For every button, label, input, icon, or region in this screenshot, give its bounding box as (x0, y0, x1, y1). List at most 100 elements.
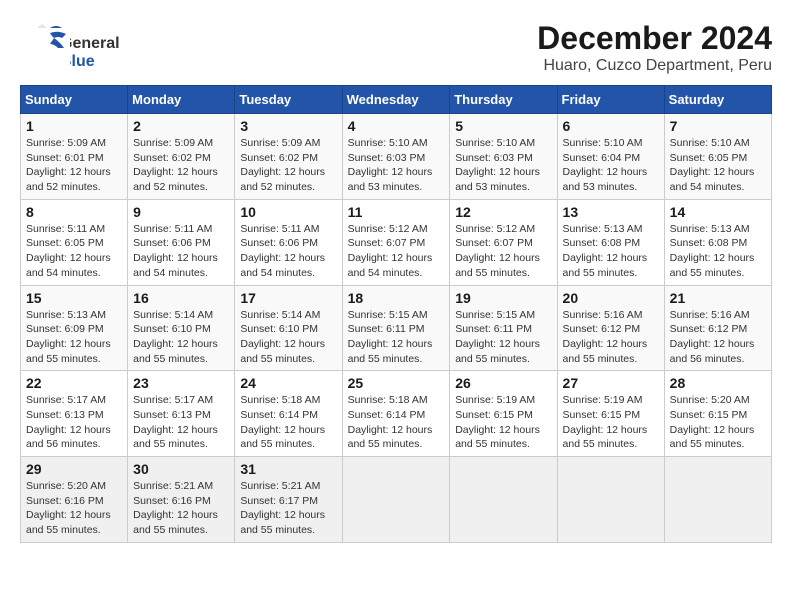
page-subtitle: Huaro, Cuzco Department, Peru (537, 57, 772, 75)
day-info: Sunrise: 5:18 AM Sunset: 6:14 PM Dayligh… (240, 393, 336, 452)
day-info: Sunrise: 5:15 AM Sunset: 6:11 PM Dayligh… (348, 308, 445, 367)
day-info: Sunrise: 5:16 AM Sunset: 6:12 PM Dayligh… (563, 308, 659, 367)
day-number: 20 (563, 290, 659, 306)
weekday-header-row: Sunday Monday Tuesday Wednesday Thursday… (21, 86, 772, 114)
day-info: Sunrise: 5:10 AM Sunset: 6:03 PM Dayligh… (455, 136, 551, 195)
calendar-day-cell: 24 Sunrise: 5:18 AM Sunset: 6:14 PM Dayli… (235, 371, 342, 457)
header-monday: Monday (128, 86, 235, 114)
calendar-day-cell: 28Sunrise: 5:20 AM Sunset: 6:15 PM Dayli… (664, 371, 771, 457)
header-thursday: Thursday (450, 86, 557, 114)
calendar-day-cell: 11 Sunrise: 5:12 AM Sunset: 6:07 PM Dayli… (342, 199, 450, 285)
header-saturday: Saturday (664, 86, 771, 114)
calendar-day-cell: 18 Sunrise: 5:15 AM Sunset: 6:11 PM Dayli… (342, 285, 450, 371)
calendar-day-cell: 23 Sunrise: 5:17 AM Sunset: 6:13 PM Dayli… (128, 371, 235, 457)
calendar-day-cell: 5 Sunrise: 5:10 AM Sunset: 6:03 PM Daylig… (450, 114, 557, 200)
day-number: 28 (670, 375, 766, 391)
day-info: Sunrise: 5:19 AM Sunset: 6:15 PM Dayligh… (563, 393, 659, 452)
calendar-day-cell: 17 Sunrise: 5:14 AM Sunset: 6:10 PM Dayli… (235, 285, 342, 371)
day-info: Sunrise: 5:21 AM Sunset: 6:17 PM Dayligh… (240, 479, 336, 538)
page-header: General Blue December 2024 Huaro, Cuzco … (20, 20, 772, 75)
day-number: 1 (26, 118, 122, 134)
logo-display: General Blue (20, 28, 120, 78)
calendar-day-cell: 25 Sunrise: 5:18 AM Sunset: 6:14 PM Dayli… (342, 371, 450, 457)
day-info: Sunrise: 5:09 AM Sunset: 6:01 PM Dayligh… (26, 136, 122, 195)
calendar-day-cell: 15 Sunrise: 5:13 AM Sunset: 6:09 PM Dayli… (21, 285, 128, 371)
calendar-day-cell (664, 457, 771, 543)
calendar-day-cell: 30 Sunrise: 5:21 AM Sunset: 6:16 PM Dayli… (128, 457, 235, 543)
calendar-day-cell: 16 Sunrise: 5:14 AM Sunset: 6:10 PM Dayli… (128, 285, 235, 371)
day-number: 6 (563, 118, 659, 134)
header-friday: Friday (557, 86, 664, 114)
day-info: Sunrise: 5:15 AM Sunset: 6:11 PM Dayligh… (455, 308, 551, 367)
calendar-table: Sunday Monday Tuesday Wednesday Thursday… (20, 85, 772, 543)
day-number: 21 (670, 290, 766, 306)
day-number: 14 (670, 204, 766, 220)
day-number: 12 (455, 204, 551, 220)
day-number: 9 (133, 204, 229, 220)
calendar-day-cell (342, 457, 450, 543)
day-number: 4 (348, 118, 445, 134)
calendar-day-cell: 20 Sunrise: 5:16 AM Sunset: 6:12 PM Dayli… (557, 285, 664, 371)
day-number: 22 (26, 375, 122, 391)
calendar-day-cell: 22 Sunrise: 5:17 AM Sunset: 6:13 PM Dayli… (21, 371, 128, 457)
day-number: 23 (133, 375, 229, 391)
calendar-day-cell: 3Sunrise: 5:09 AM Sunset: 6:02 PM Daylig… (235, 114, 342, 200)
day-number: 25 (348, 375, 445, 391)
calendar-day-cell: 21 Sunrise: 5:16 AM Sunset: 6:12 PM Dayli… (664, 285, 771, 371)
day-info: Sunrise: 5:16 AM Sunset: 6:12 PM Dayligh… (670, 308, 766, 367)
day-info: Sunrise: 5:13 AM Sunset: 6:09 PM Dayligh… (26, 308, 122, 367)
day-info: Sunrise: 5:11 AM Sunset: 6:06 PM Dayligh… (133, 222, 229, 281)
calendar-week-row: 29 Sunrise: 5:20 AM Sunset: 6:16 PM Dayli… (21, 457, 772, 543)
day-info: Sunrise: 5:10 AM Sunset: 6:04 PM Dayligh… (563, 136, 659, 195)
day-number: 8 (26, 204, 122, 220)
calendar-day-cell: 4Sunrise: 5:10 AM Sunset: 6:03 PM Daylig… (342, 114, 450, 200)
day-number: 26 (455, 375, 551, 391)
day-info: Sunrise: 5:17 AM Sunset: 6:13 PM Dayligh… (26, 393, 122, 452)
calendar-day-cell (450, 457, 557, 543)
day-number: 18 (348, 290, 445, 306)
calendar-day-cell: 29 Sunrise: 5:20 AM Sunset: 6:16 PM Dayli… (21, 457, 128, 543)
calendar-day-cell: 8Sunrise: 5:11 AM Sunset: 6:05 PM Daylig… (21, 199, 128, 285)
day-info: Sunrise: 5:14 AM Sunset: 6:10 PM Dayligh… (133, 308, 229, 367)
day-number: 2 (133, 118, 229, 134)
calendar-week-row: 15 Sunrise: 5:13 AM Sunset: 6:09 PM Dayli… (21, 285, 772, 371)
day-info: Sunrise: 5:10 AM Sunset: 6:05 PM Dayligh… (670, 136, 766, 195)
day-number: 5 (455, 118, 551, 134)
header-wednesday: Wednesday (342, 86, 450, 114)
calendar-day-cell: 2Sunrise: 5:09 AM Sunset: 6:02 PM Daylig… (128, 114, 235, 200)
calendar-day-cell: 26 Sunrise: 5:19 AM Sunset: 6:15 PM Dayli… (450, 371, 557, 457)
calendar-day-cell: 1 Sunrise: 5:09 AM Sunset: 6:01 PM Daylig… (21, 114, 128, 200)
day-number: 10 (240, 204, 336, 220)
page-title: December 2024 (537, 20, 772, 57)
day-number: 16 (133, 290, 229, 306)
calendar-day-cell: 10Sunrise: 5:11 AM Sunset: 6:06 PM Dayli… (235, 199, 342, 285)
day-info: Sunrise: 5:13 AM Sunset: 6:08 PM Dayligh… (670, 222, 766, 281)
day-info: Sunrise: 5:12 AM Sunset: 6:07 PM Dayligh… (455, 222, 551, 281)
day-info: Sunrise: 5:20 AM Sunset: 6:16 PM Dayligh… (26, 479, 122, 538)
header-sunday: Sunday (21, 86, 128, 114)
day-info: Sunrise: 5:18 AM Sunset: 6:14 PM Dayligh… (348, 393, 445, 452)
title-block: December 2024 Huaro, Cuzco Department, P… (537, 20, 772, 75)
day-number: 11 (348, 204, 445, 220)
day-number: 13 (563, 204, 659, 220)
day-info: Sunrise: 5:09 AM Sunset: 6:02 PM Dayligh… (240, 136, 336, 195)
day-number: 30 (133, 461, 229, 477)
day-info: Sunrise: 5:14 AM Sunset: 6:10 PM Dayligh… (240, 308, 336, 367)
day-info: Sunrise: 5:19 AM Sunset: 6:15 PM Dayligh… (455, 393, 551, 452)
day-info: Sunrise: 5:17 AM Sunset: 6:13 PM Dayligh… (133, 393, 229, 452)
day-number: 31 (240, 461, 336, 477)
calendar-day-cell (557, 457, 664, 543)
day-info: Sunrise: 5:21 AM Sunset: 6:16 PM Dayligh… (133, 479, 229, 538)
calendar-week-row: 8Sunrise: 5:11 AM Sunset: 6:05 PM Daylig… (21, 199, 772, 285)
day-info: Sunrise: 5:12 AM Sunset: 6:07 PM Dayligh… (348, 222, 445, 281)
day-number: 19 (455, 290, 551, 306)
calendar-day-cell: 31 Sunrise: 5:21 AM Sunset: 6:17 PM Dayli… (235, 457, 342, 543)
day-number: 24 (240, 375, 336, 391)
day-number: 17 (240, 290, 336, 306)
calendar-week-row: 22 Sunrise: 5:17 AM Sunset: 6:13 PM Dayli… (21, 371, 772, 457)
day-number: 27 (563, 375, 659, 391)
calendar-day-cell: 9 Sunrise: 5:11 AM Sunset: 6:06 PM Daylig… (128, 199, 235, 285)
header-tuesday: Tuesday (235, 86, 342, 114)
day-number: 15 (26, 290, 122, 306)
day-number: 29 (26, 461, 122, 477)
